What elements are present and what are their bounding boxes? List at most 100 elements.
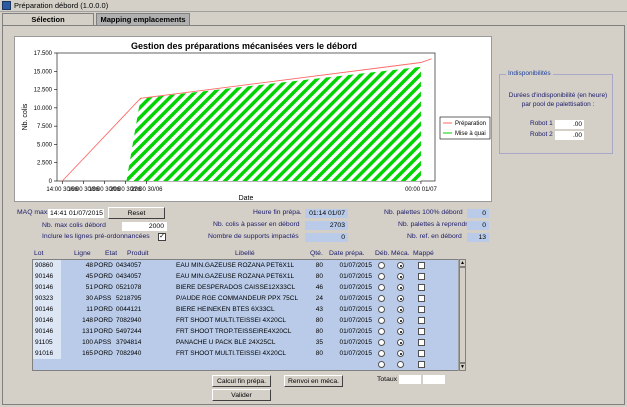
mappe-checkbox[interactable] [418, 284, 425, 291]
cell-produit: 0434057 [116, 262, 142, 269]
nb-supports-value: 0 [305, 233, 348, 242]
mappe-checkbox[interactable] [418, 317, 425, 324]
table-row[interactable]: 90323 30 APSS 5218795 P/AUDE RGE COMMANDEUR … [33, 293, 465, 304]
debord-radio[interactable] [378, 306, 385, 313]
robot-1-field[interactable]: .00 [555, 120, 584, 129]
mappe-checkbox[interactable] [418, 295, 425, 302]
mappe-checkbox[interactable] [418, 262, 425, 269]
debord-radio[interactable] [378, 328, 385, 335]
cell-etat: APSS [94, 339, 112, 346]
scroll-up-arrow[interactable]: ▲ [459, 259, 466, 267]
debord-radio[interactable] [378, 350, 385, 357]
reset-button[interactable]: Reset [108, 207, 165, 219]
meca-radio[interactable] [397, 339, 404, 346]
calcul-fin-prepa-button[interactable]: Calcul fin prépa. [212, 375, 271, 387]
mappe-checkbox[interactable] [418, 273, 425, 280]
cell-ligne: 11 [86, 306, 93, 313]
cell-lot: 90146 [35, 306, 54, 313]
nb-max-colis-field[interactable]: 2000 [122, 222, 167, 231]
cell-qte: 80 [315, 350, 323, 357]
cell-produit: 7082940 [116, 317, 142, 324]
col-lot: Lot [34, 250, 44, 257]
cell-ligne: 165 [82, 350, 93, 357]
cell-produit: 3794814 [116, 339, 142, 346]
col-date-prepa: Date prépa. [329, 250, 365, 257]
cell-libelle: P/AUDE RGE COMMANDEUR PPX 75CL [176, 295, 299, 302]
cell-libelle: EAU MIN.GAZEUSE ROZANA PET6X1L [176, 262, 295, 269]
col-produit: Produit [127, 250, 149, 257]
meca-radio[interactable] [397, 317, 404, 324]
table-row[interactable]: 90146 45 PORD 0434057 EAU MIN.GAZEUSE ROZANA… [33, 271, 465, 282]
mappe-checkbox[interactable] [418, 306, 425, 313]
robot-2-field[interactable]: .00 [555, 131, 584, 140]
inclure-lignes-checkbox[interactable]: ✓ [158, 233, 166, 241]
valider-button[interactable]: Valider [212, 389, 271, 401]
col-mappe: Mappé [413, 250, 434, 257]
mappe-checkbox[interactable] [418, 328, 425, 335]
meca-radio[interactable] [397, 361, 404, 368]
renvoi-en-meca-button[interactable]: Renvoi en méca. [284, 375, 343, 387]
legend-label-preparation: Préparation [455, 121, 486, 127]
cell-date-prepa: 01/07/2015 [339, 262, 372, 269]
cell-ligne: 30 [85, 295, 93, 302]
window-title: Préparation débord (1.0.0.0) [14, 1, 109, 10]
table-header: Lot Ligne Etat Produit Libellé Qté. Date… [32, 250, 466, 259]
meca-radio[interactable] [397, 306, 404, 313]
table-row[interactable]: 91105 100 APSS 3794814 PANACHE U PACK BLE 24… [33, 337, 465, 348]
debord-radio[interactable] [378, 273, 385, 280]
indisponibilites-group: Indisponibilités Durées d'indisponibilit… [499, 70, 613, 154]
cell-date-prepa: 01/07/2015 [339, 284, 372, 291]
y-tick-label: 12.500 [34, 88, 53, 94]
cell-produit: 0434057 [116, 273, 142, 280]
table-row[interactable]: 90146 11 PORD 0044121 BIERE HEINEKEN BTES 6X… [33, 304, 465, 315]
scroll-down-arrow[interactable]: ▼ [459, 363, 466, 371]
debord-radio[interactable] [378, 295, 385, 302]
mappe-checkbox[interactable] [418, 361, 425, 368]
tab-selection[interactable]: Sélection [2, 13, 94, 25]
meca-radio[interactable] [397, 295, 404, 302]
chart-title: Gestion des préparations mécanisées vers… [131, 41, 357, 51]
debord-radio[interactable] [378, 339, 385, 346]
y-tick-label: 15.000 [34, 69, 53, 75]
tab-mapping-emplacements[interactable]: Mapping emplacements [96, 13, 190, 25]
meca-radio[interactable] [397, 350, 404, 357]
cell-libelle: BIERE HEINEKEN BTES 6X33CL [176, 306, 275, 313]
mappe-checkbox[interactable] [418, 339, 425, 346]
cell-ligne: 48 [85, 262, 93, 269]
cell-etat: PORD [94, 317, 113, 324]
table-row[interactable]: 90146 148 PORD 7082940 FRT SHOOT MULTI.TEISS… [33, 315, 465, 326]
cell-libelle: EAU MIN.GAZEUSE ROZANA PET6X1L [176, 273, 295, 280]
cell-lot: 91105 [35, 339, 53, 346]
meca-radio[interactable] [397, 328, 404, 335]
debord-radio[interactable] [378, 317, 385, 324]
y-tick-label: 10.000 [34, 106, 53, 112]
cell-date-prepa: 01/07/2015 [339, 339, 372, 346]
y-tick-label: 17.500 [34, 51, 53, 57]
meca-radio[interactable] [397, 273, 404, 280]
cell-libelle: FRT SHOOT TROP.TEISSEIRE4X20CL [176, 328, 292, 335]
table-row[interactable]: 90146 131 PORD 5497244 FRT SHOOT TROP.TEISSE… [33, 326, 465, 337]
scroll-thumb[interactable] [459, 267, 466, 363]
meca-radio[interactable] [397, 284, 404, 291]
meca-radio[interactable] [397, 262, 404, 269]
cell-etat: PORD [94, 284, 113, 291]
cell-date-prepa: 01/07/2015 [339, 350, 372, 357]
robot-1-label: Robot 1 [530, 120, 553, 127]
y-tick-label: 7.500 [37, 124, 53, 130]
debord-radio[interactable] [378, 284, 385, 291]
maq-max-field[interactable]: 14:41 01/07/2015 [48, 209, 104, 218]
table-row-empty[interactable] [33, 359, 465, 370]
table-row[interactable]: 90860 48 PORD 0434057 EAU MIN.GAZEUSE ROZANA… [33, 260, 465, 271]
table-row[interactable]: 91016 165 PORD 7082940 FRT SHOOT MULTI.TEISS… [33, 348, 465, 359]
indisponibilites-legend: Indisponibilités [506, 70, 553, 77]
debord-radio[interactable] [378, 361, 385, 368]
table-row[interactable]: 90146 51 PORD 0521078 BIERE DESPERADOS CAISS… [33, 282, 465, 293]
cell-ligne: 45 [85, 273, 93, 280]
totaux-field-1 [399, 375, 421, 384]
table-scrollbar[interactable]: ▲ ▼ [458, 259, 466, 371]
mappe-checkbox[interactable] [418, 350, 425, 357]
cell-lot: 90146 [35, 317, 54, 324]
heure-fin-prepa-value: 01:14 01/07 [305, 209, 348, 218]
debord-radio[interactable] [378, 262, 385, 269]
app-icon [2, 1, 11, 10]
